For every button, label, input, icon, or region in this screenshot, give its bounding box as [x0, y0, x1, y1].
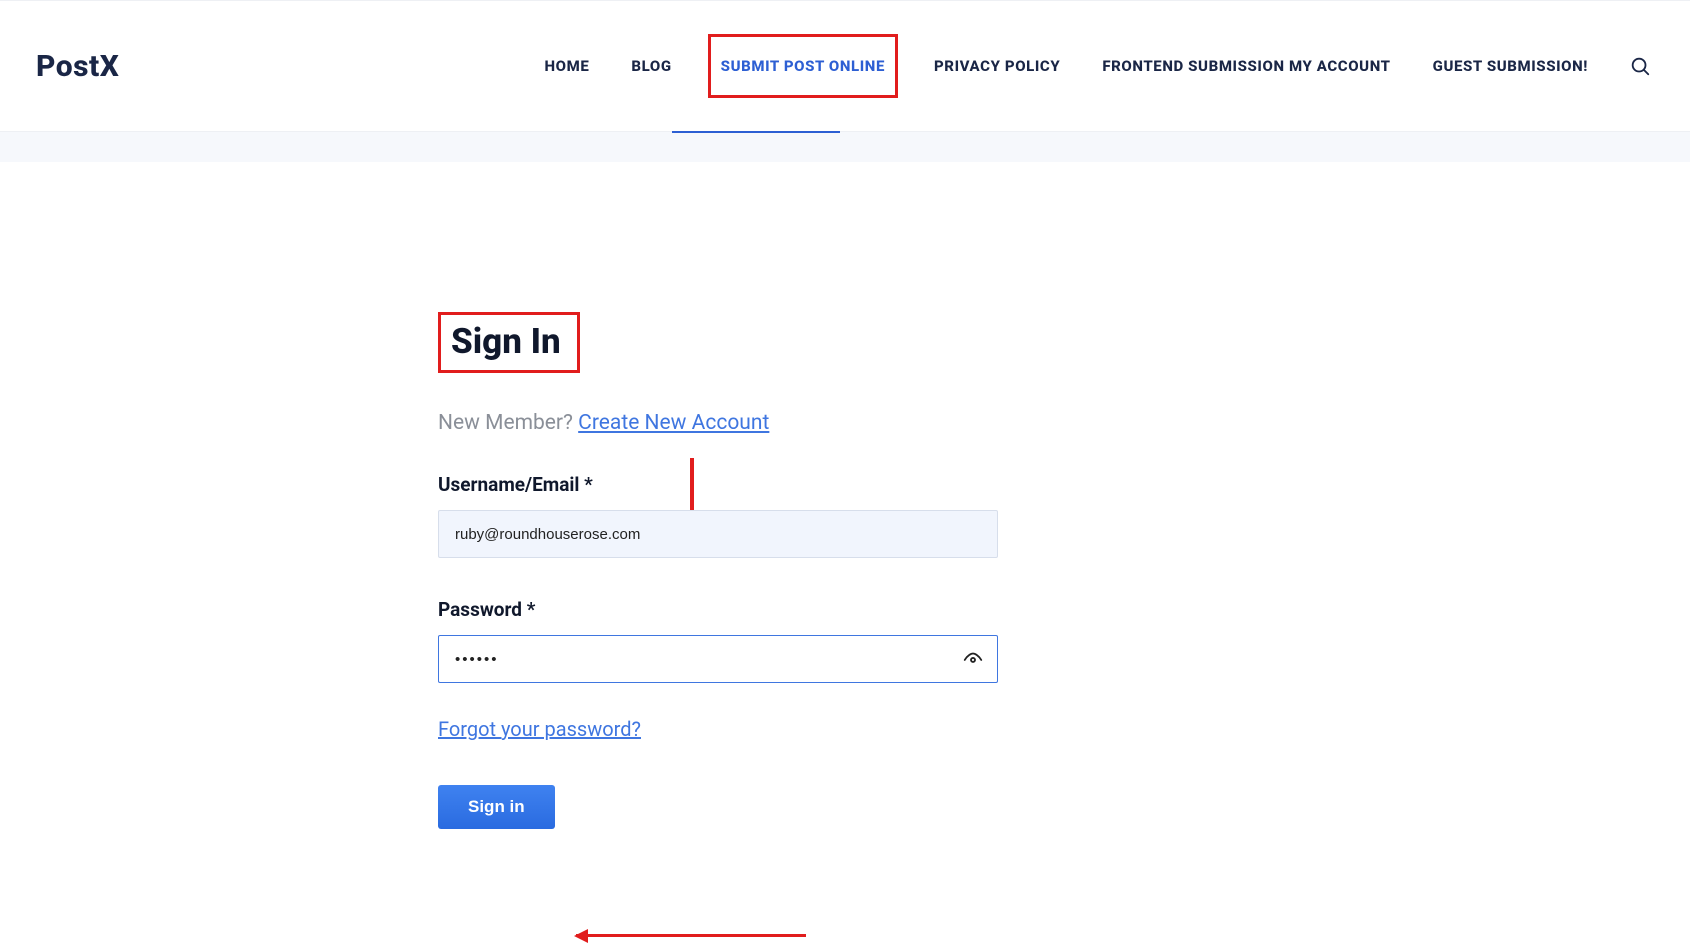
header-bar: PostX HOME BLOG SUBMIT POST ONLINE PRIVA…	[0, 0, 1690, 132]
password-row	[438, 635, 998, 683]
nav-submit-post-online[interactable]: SUBMIT POST ONLINE	[708, 34, 898, 98]
search-icon[interactable]	[1626, 52, 1654, 80]
username-label: Username/Email *	[438, 473, 998, 496]
annotation-arrow-left	[576, 934, 806, 937]
signin-title: Sign In	[451, 321, 561, 362]
signin-form: Sign In New Member? Create New Account U…	[438, 312, 998, 829]
new-member-text: New Member?	[438, 411, 578, 435]
page-main: Sign In New Member? Create New Account U…	[0, 162, 1690, 829]
main-nav: HOME BLOG SUBMIT POST ONLINE PRIVACY POL…	[539, 34, 1594, 98]
nav-home[interactable]: HOME	[539, 47, 596, 85]
signin-button[interactable]: Sign in	[438, 785, 555, 829]
active-tab-underline	[672, 131, 840, 133]
password-input[interactable]	[438, 635, 998, 683]
nav-privacy-policy[interactable]: PRIVACY POLICY	[928, 47, 1066, 85]
site-brand[interactable]: PostX	[36, 49, 119, 84]
password-label: Password *	[438, 598, 998, 621]
forgot-password-link[interactable]: Forgot your password?	[438, 717, 641, 741]
subheader-strip	[0, 132, 1690, 162]
username-input[interactable]	[438, 510, 998, 558]
eye-icon[interactable]	[962, 648, 984, 670]
nav-frontend-submission-my-account[interactable]: FRONTEND SUBMISSION MY ACCOUNT	[1096, 47, 1396, 85]
new-member-row: New Member? Create New Account	[438, 411, 998, 435]
create-account-link[interactable]: Create New Account	[578, 411, 769, 435]
nav-guest-submission[interactable]: GUEST SUBMISSION!	[1427, 47, 1594, 85]
nav-blog[interactable]: BLOG	[625, 47, 677, 85]
annotation-box-signin-title: Sign In	[438, 312, 580, 373]
